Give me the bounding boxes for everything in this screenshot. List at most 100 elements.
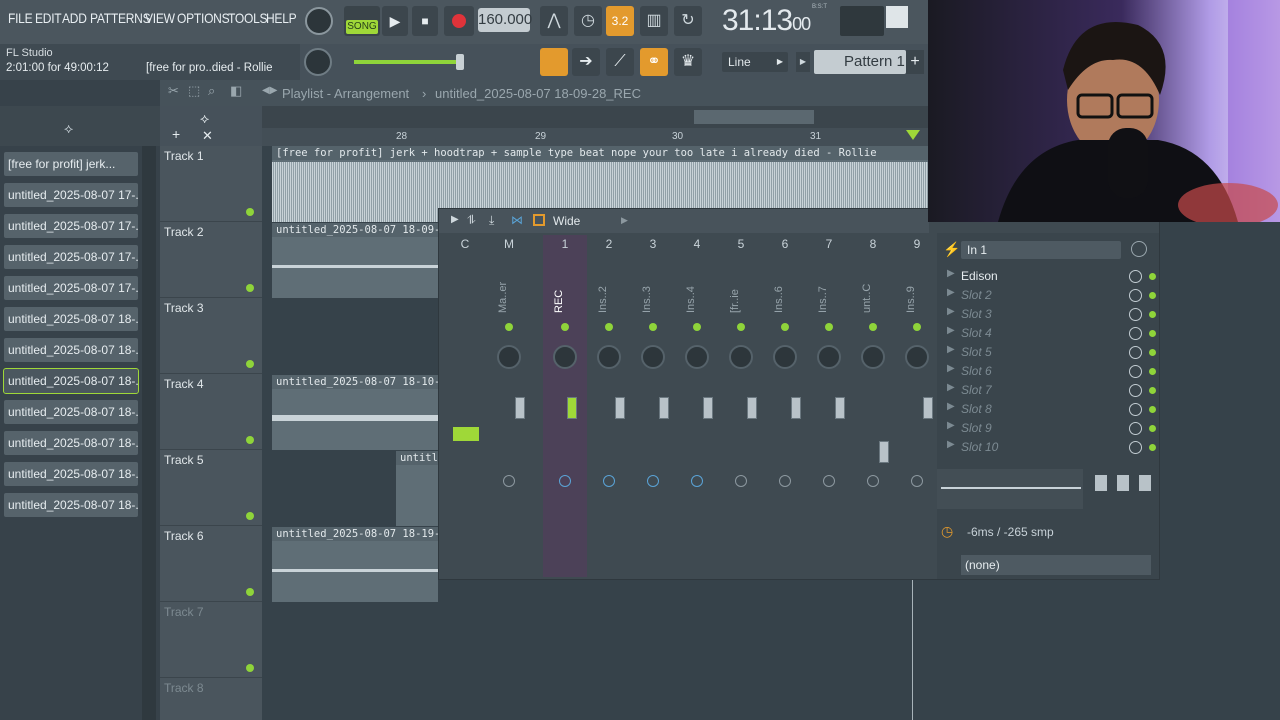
insert-slot[interactable]: ▶ Slot 7 — [943, 381, 1156, 400]
plugin-picker-icon[interactable]: ⟋ — [606, 48, 634, 76]
slot-mix-knob[interactable] — [1129, 308, 1142, 321]
menu-help[interactable]: HELP — [266, 10, 297, 26]
channel-delay-icon[interactable] — [559, 475, 571, 487]
picker-clip-item[interactable]: untitled_2025-08-07 17-... — [4, 276, 138, 300]
horizontal-scrollbar[interactable] — [262, 106, 928, 128]
mixer-channel[interactable]: M Ma..er — [487, 235, 531, 577]
slot-enable-led[interactable] — [1149, 387, 1156, 394]
picker-clip-item[interactable]: untitled_2025-08-07 18-... — [4, 338, 138, 362]
channel-pan-knob[interactable] — [905, 345, 929, 369]
channel-volume-fader[interactable] — [515, 397, 525, 419]
mixer-channel[interactable]: 9 Ins..9 — [895, 235, 939, 577]
channel-pan-knob[interactable] — [685, 345, 709, 369]
track-header[interactable]: Track 6 — [160, 526, 262, 602]
stop-button[interactable]: ■ — [412, 6, 438, 36]
channel-volume-fader[interactable] — [879, 441, 889, 463]
slot-enable-led[interactable] — [1149, 292, 1156, 299]
channel-mute-led[interactable] — [693, 323, 701, 331]
mixer-save-icon[interactable]: ⤓ — [489, 213, 494, 228]
slot-mix-knob[interactable] — [1129, 365, 1142, 378]
insert-slot[interactable]: ▶ Slot 3 — [943, 305, 1156, 324]
mixer-channel[interactable]: C — [443, 235, 487, 577]
mixer-window-icon[interactable]: ♛ — [674, 48, 702, 76]
mixer-channel[interactable]: 4 Ins..4 — [675, 235, 719, 577]
input-select[interactable]: In 1 — [961, 241, 1121, 259]
picker-audio-icon[interactable]: ⟡ — [64, 120, 73, 137]
slot-enable-led[interactable] — [1149, 444, 1156, 451]
mixer-layout-icon[interactable] — [533, 214, 545, 226]
mixer-channel[interactable]: 1 REC — [543, 235, 587, 577]
menu-options[interactable]: OPTIONS — [177, 10, 230, 26]
menu-edit[interactable]: EDIT — [35, 10, 62, 26]
mixer-link-icon[interactable]: ⋈ — [511, 213, 523, 227]
mixer-channel[interactable]: 6 Ins..6 — [763, 235, 807, 577]
insert-slot[interactable]: ▶ Slot 8 — [943, 400, 1156, 419]
record-button[interactable] — [444, 6, 474, 36]
channel-mute-led[interactable] — [649, 323, 657, 331]
piano-roll-icon[interactable]: ➔ — [572, 48, 600, 76]
insert-slot[interactable]: ▶ Slot 6 — [943, 362, 1156, 381]
channel-mute-led[interactable] — [605, 323, 613, 331]
channel-pan-knob[interactable] — [729, 345, 753, 369]
add-pattern-button[interactable]: + — [906, 50, 924, 74]
eq-graph[interactable] — [937, 469, 1083, 509]
mixer-menu-icon[interactable]: ▶ — [451, 214, 459, 225]
track-enable-led[interactable] — [246, 664, 254, 672]
track-enable-led[interactable] — [246, 360, 254, 368]
track-enable-led[interactable] — [246, 436, 254, 444]
track-enable-led[interactable] — [246, 284, 254, 292]
slice-tool-icon[interactable]: ✂ — [168, 83, 179, 99]
slot-enable-led[interactable] — [1149, 406, 1156, 413]
main-volume-slider[interactable] — [354, 60, 458, 64]
channel-volume-fader[interactable] — [615, 397, 625, 419]
menu-tools[interactable]: TOOLS — [228, 10, 268, 26]
track-header[interactable]: Track 2 — [160, 222, 262, 298]
slot-mix-knob[interactable] — [1129, 403, 1142, 416]
audio-clip-4[interactable]: untitled_2025-08-07 18-10-3 — [272, 375, 438, 450]
mixer-channel[interactable]: 5 [fr..ie — [719, 235, 763, 577]
picker-clip-item[interactable]: untitled_2025-08-07 18-... — [4, 493, 138, 517]
picker-clip-item[interactable]: untitled_2025-08-07 18-... — [4, 431, 138, 455]
playhead-marker-icon[interactable] — [906, 130, 920, 140]
track-header[interactable]: Track 5 — [160, 450, 262, 526]
mixer-view-icon[interactable]: ⥮ — [467, 213, 476, 228]
slot-mix-knob[interactable] — [1129, 422, 1142, 435]
channel-pan-knob[interactable] — [597, 345, 621, 369]
menu-patterns[interactable]: PATTERNS — [90, 10, 151, 26]
countdown-icon[interactable]: 3.2 — [606, 6, 634, 36]
slot-enable-led[interactable] — [1149, 349, 1156, 356]
mixer-channel[interactable]: 8 unt..C — [851, 235, 895, 577]
playlist-nav-icon[interactable]: ◀▶ — [262, 85, 277, 96]
channel-volume-fader[interactable] — [923, 397, 933, 419]
slot-mix-knob[interactable] — [1129, 384, 1142, 397]
channel-delay-icon[interactable] — [911, 475, 923, 487]
mixer-channel[interactable]: 7 Ins..7 — [807, 235, 851, 577]
slot-mix-knob[interactable] — [1129, 270, 1142, 283]
picker-clip-item[interactable]: untitled_2025-08-07 17-... — [4, 214, 138, 238]
channel-pan-knob[interactable] — [861, 345, 885, 369]
mixer-channel[interactable]: 3 Ins..3 — [631, 235, 675, 577]
select-tool-icon[interactable]: ⬚ — [188, 83, 200, 99]
channel-delay-icon[interactable] — [823, 475, 835, 487]
channel-pan-knob[interactable] — [641, 345, 665, 369]
loop-record-icon[interactable]: ↻ — [674, 6, 702, 36]
close-icon[interactable]: ✕ — [202, 128, 213, 144]
slot-enable-led[interactable] — [1149, 425, 1156, 432]
master-volume-knob[interactable] — [305, 7, 333, 35]
track-header[interactable]: Track 7 — [160, 602, 262, 678]
pattern-selector[interactable]: Pattern 1 — [814, 50, 906, 74]
insert-slot[interactable]: ▶ Slot 5 — [943, 343, 1156, 362]
channel-delay-icon[interactable] — [735, 475, 747, 487]
slot-mix-knob[interactable] — [1129, 289, 1142, 302]
eq-band-1-fader[interactable] — [1095, 475, 1107, 491]
insert-slot[interactable]: ▶ Edison — [943, 267, 1156, 286]
wait-record-icon[interactable]: ◷ — [574, 6, 602, 36]
snap-select[interactable]: Line ▶ — [722, 52, 788, 72]
track-enable-led[interactable] — [246, 588, 254, 596]
metronome-icon[interactable]: ⋀ — [540, 6, 568, 36]
slot-enable-led[interactable] — [1149, 368, 1156, 375]
channel-delay-icon[interactable] — [691, 475, 703, 487]
slot-enable-led[interactable] — [1149, 273, 1156, 280]
channel-mute-led[interactable] — [869, 323, 877, 331]
channel-volume-fader[interactable] — [567, 397, 577, 419]
